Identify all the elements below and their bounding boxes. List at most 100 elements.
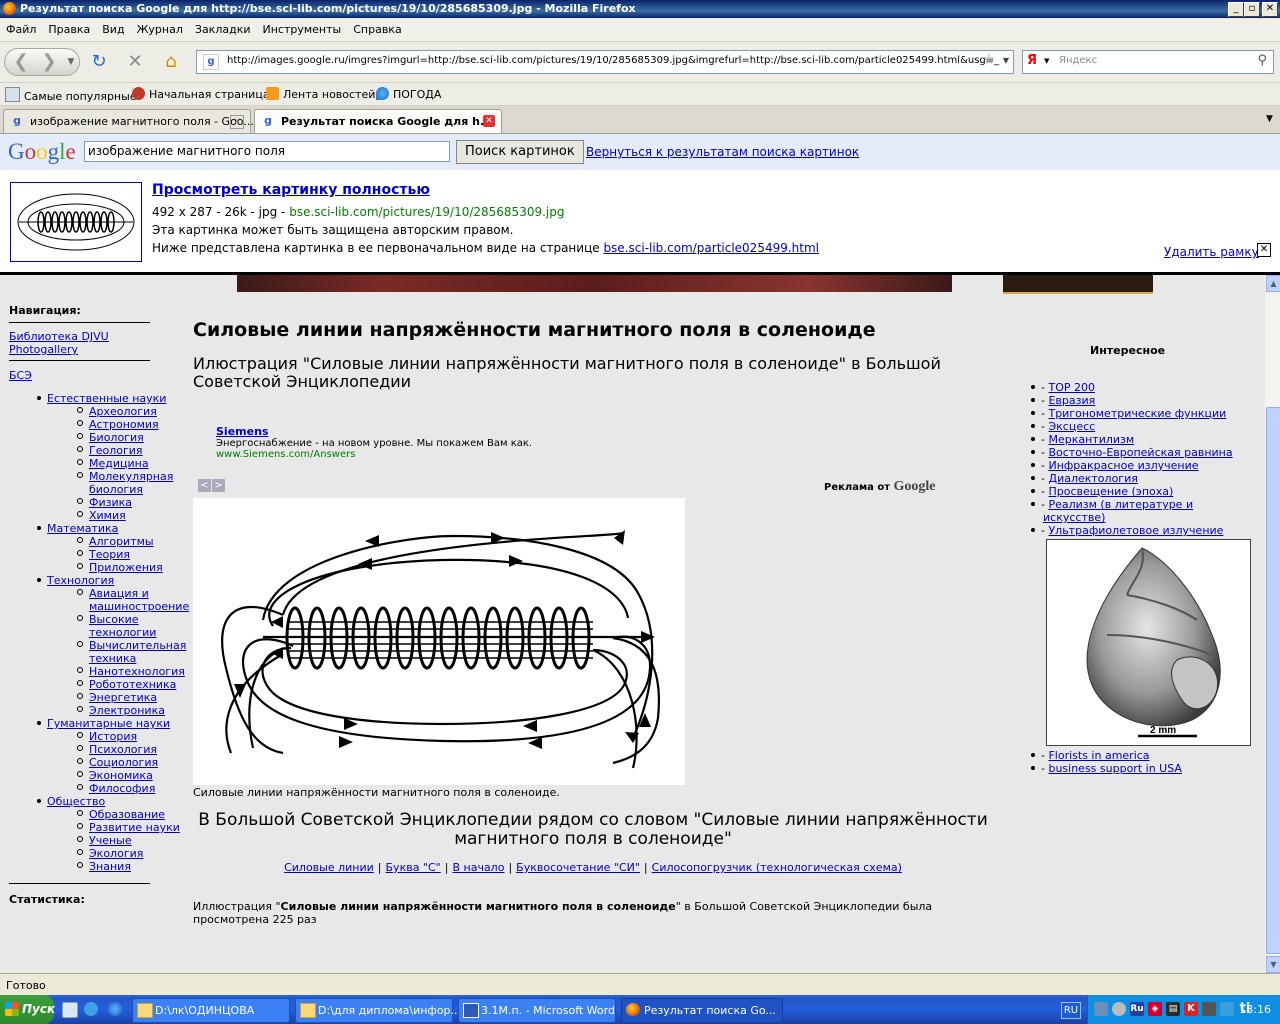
menu-history[interactable]: Журнал xyxy=(131,19,189,36)
menu-tools[interactable]: Инструменты xyxy=(257,19,348,36)
interesting-link[interactable]: TOP 200 xyxy=(1048,381,1095,394)
subcategory-link[interactable]: Приложения xyxy=(89,561,163,574)
subcategory-link[interactable]: технологии xyxy=(89,626,156,639)
menu-file[interactable]: Файл xyxy=(0,19,42,36)
taskbar-folder-diploma[interactable]: D:\для диплома\инфор... xyxy=(295,998,461,1023)
subcategory-link[interactable]: машиностроение xyxy=(89,600,189,613)
side-banner[interactable] xyxy=(1003,275,1153,294)
language-indicator[interactable]: RU xyxy=(1061,1002,1081,1019)
menu-bookmarks[interactable]: Закладки xyxy=(189,19,257,36)
subcategory-link[interactable]: Медицина xyxy=(89,457,149,470)
related-link-si[interactable]: Буквосочетание "СИ" xyxy=(516,861,640,874)
interesting-link[interactable]: Восточно-Европейская равнина xyxy=(1048,446,1232,459)
menu-view[interactable]: Вид xyxy=(96,19,130,36)
subcategory-link[interactable]: Авиация и xyxy=(89,587,149,600)
related-link-silovye-linii[interactable]: Силовые линии xyxy=(284,861,374,874)
bookmark-news-feed[interactable]: Лента новостей xyxy=(266,87,375,101)
subcategory-link[interactable]: Высокие xyxy=(89,613,139,626)
page-scrollbar[interactable]: ▲ ▼ xyxy=(1265,275,1280,973)
source-page-link[interactable]: bse.sci-lib.com/particle025499.html xyxy=(603,241,819,255)
forward-arrow-icon[interactable]: ❯ xyxy=(38,51,60,73)
interesting-link[interactable]: Реализм (в литературе и xyxy=(1048,498,1193,511)
back-arrow-icon[interactable]: ❮ xyxy=(10,51,32,73)
tray-red-icon[interactable]: ◈ xyxy=(1148,1002,1162,1016)
subcategory-link[interactable]: Электроника xyxy=(89,704,165,717)
subcategory-link[interactable]: Астрономия xyxy=(89,418,159,431)
bookmark-star-icon[interactable]: ☆ xyxy=(982,52,995,68)
interesting-link[interactable]: Инфракрасное излучение xyxy=(1048,459,1198,472)
subcategory-link[interactable]: Вычислительная xyxy=(89,639,186,652)
menu-edit[interactable]: Правка xyxy=(42,19,96,36)
subcategory-link[interactable]: Молекулярная xyxy=(89,470,173,483)
search-engine-dropdown-icon[interactable]: ▼ xyxy=(1044,57,1049,65)
related-link-to-start[interactable]: В начало xyxy=(452,861,504,874)
subcategory-link[interactable]: Археология xyxy=(89,405,157,418)
speaker-icon[interactable] xyxy=(1202,1002,1216,1016)
tab-list-dropdown-icon[interactable]: ▼ xyxy=(1266,114,1273,124)
subcategory-link[interactable]: Робототехника xyxy=(89,678,176,691)
remove-frame-link[interactable]: Удалить рамку xyxy=(1164,245,1259,259)
ru-keyboard-icon[interactable]: Ru xyxy=(1130,1002,1144,1016)
url-dropdown-icon[interactable]: ▼ xyxy=(1003,56,1009,65)
ads-by-google[interactable]: Реклама от Google xyxy=(824,479,936,495)
home-icon[interactable]: ⌂ xyxy=(160,51,182,73)
subcategory-link[interactable]: Знания xyxy=(89,860,131,873)
subcategory-link[interactable]: Химия xyxy=(89,509,126,522)
subcategory-link[interactable]: техника xyxy=(89,652,136,665)
google-search-input[interactable]: изображение магнитного поля xyxy=(84,141,450,162)
subcategory-link[interactable]: История xyxy=(89,730,137,743)
category-link[interactable]: Технология xyxy=(47,574,114,587)
interesting-link[interactable]: business support in USA xyxy=(1048,762,1181,775)
remove-frame-close-icon[interactable]: ✕ xyxy=(1257,243,1271,257)
address-bar[interactable]: g http://images.google.ru/imgres?imgurl=… xyxy=(196,50,1014,74)
scroll-up-icon[interactable]: ▲ xyxy=(1266,275,1280,292)
minimize-button[interactable]: _ xyxy=(1228,2,1244,17)
quick-launch-icon[interactable] xyxy=(84,1002,98,1016)
shell-fossil-image[interactable]: 2 mm xyxy=(1046,539,1251,746)
ad-prev-icon[interactable]: < xyxy=(198,479,211,492)
start-button[interactable]: Пуск xyxy=(0,995,55,1024)
subcategory-link[interactable]: Развитие науки xyxy=(89,821,180,834)
subcategory-link[interactable]: биология xyxy=(89,483,143,496)
subcategory-link[interactable]: Философия xyxy=(89,782,155,795)
subcategory-link[interactable]: Биология xyxy=(89,431,144,444)
google-logo[interactable]: Google xyxy=(8,139,76,165)
related-link-silosopogruzchik[interactable]: Силосопогрузчик (технологическая схема) xyxy=(652,861,902,874)
interesting-link[interactable]: Эксцесс xyxy=(1048,420,1095,433)
internet-explorer-icon[interactable] xyxy=(108,1002,122,1016)
ad-url[interactable]: www.Siemens.com/Answers xyxy=(216,449,532,460)
interesting-link[interactable]: Диалектология xyxy=(1048,472,1137,485)
stop-icon[interactable]: ✕ xyxy=(124,51,146,73)
interesting-link[interactable]: Тригонометрические функции xyxy=(1048,407,1226,420)
subcategory-link[interactable]: Психология xyxy=(89,743,157,756)
subcategory-link[interactable]: Социология xyxy=(89,756,158,769)
image-search-button[interactable]: Поиск картинок xyxy=(456,140,584,164)
close-button[interactable]: ✕ xyxy=(1262,2,1278,17)
subcategory-link[interactable]: Экология xyxy=(89,847,143,860)
category-link[interactable]: Естественные науки xyxy=(47,392,166,405)
antivirus-icon[interactable]: K xyxy=(1184,1002,1198,1016)
subcategory-link[interactable]: Геология xyxy=(89,444,143,457)
tray-dark-icon[interactable]: ▤ xyxy=(1166,1002,1180,1016)
taskbar-folder-odintsova[interactable]: D:\лк\ОДИНЦОВА xyxy=(132,998,290,1023)
maximize-button[interactable]: ▫ xyxy=(1244,2,1260,17)
tab-image-search[interactable]: g изображение магнитного поля - Goo... ✕ xyxy=(3,109,254,133)
subcategory-link[interactable]: Нанотехнология xyxy=(89,665,185,678)
taskbar-firefox[interactable]: Результат поиска Go... xyxy=(621,998,783,1023)
search-box[interactable]: Я ▼ Яндекс ⚲ xyxy=(1022,50,1274,74)
subcategory-link[interactable]: Теория xyxy=(89,548,130,561)
subcategory-link[interactable]: Образование xyxy=(89,808,165,821)
ad-title-link[interactable]: Siemens xyxy=(216,425,532,438)
bse-link[interactable]: БСЭ xyxy=(9,369,32,382)
search-icon[interactable]: ⚲ xyxy=(1257,53,1267,68)
history-dropdown-icon[interactable]: ▼ xyxy=(64,51,78,73)
interesting-link[interactable]: Florists in america xyxy=(1048,749,1149,762)
menu-help[interactable]: Справка xyxy=(347,19,407,36)
ad-next-icon[interactable]: > xyxy=(212,479,225,492)
interesting-link[interactable]: Евразия xyxy=(1048,394,1095,407)
reload-icon[interactable]: ↻ xyxy=(88,51,110,73)
scrollbar-thumb[interactable] xyxy=(1266,407,1280,954)
interesting-link[interactable]: Ультрафиолетовое излучение xyxy=(1048,524,1223,537)
bookmark-weather[interactable]: ПОГОДА xyxy=(376,87,441,101)
image-thumbnail[interactable] xyxy=(10,182,142,262)
